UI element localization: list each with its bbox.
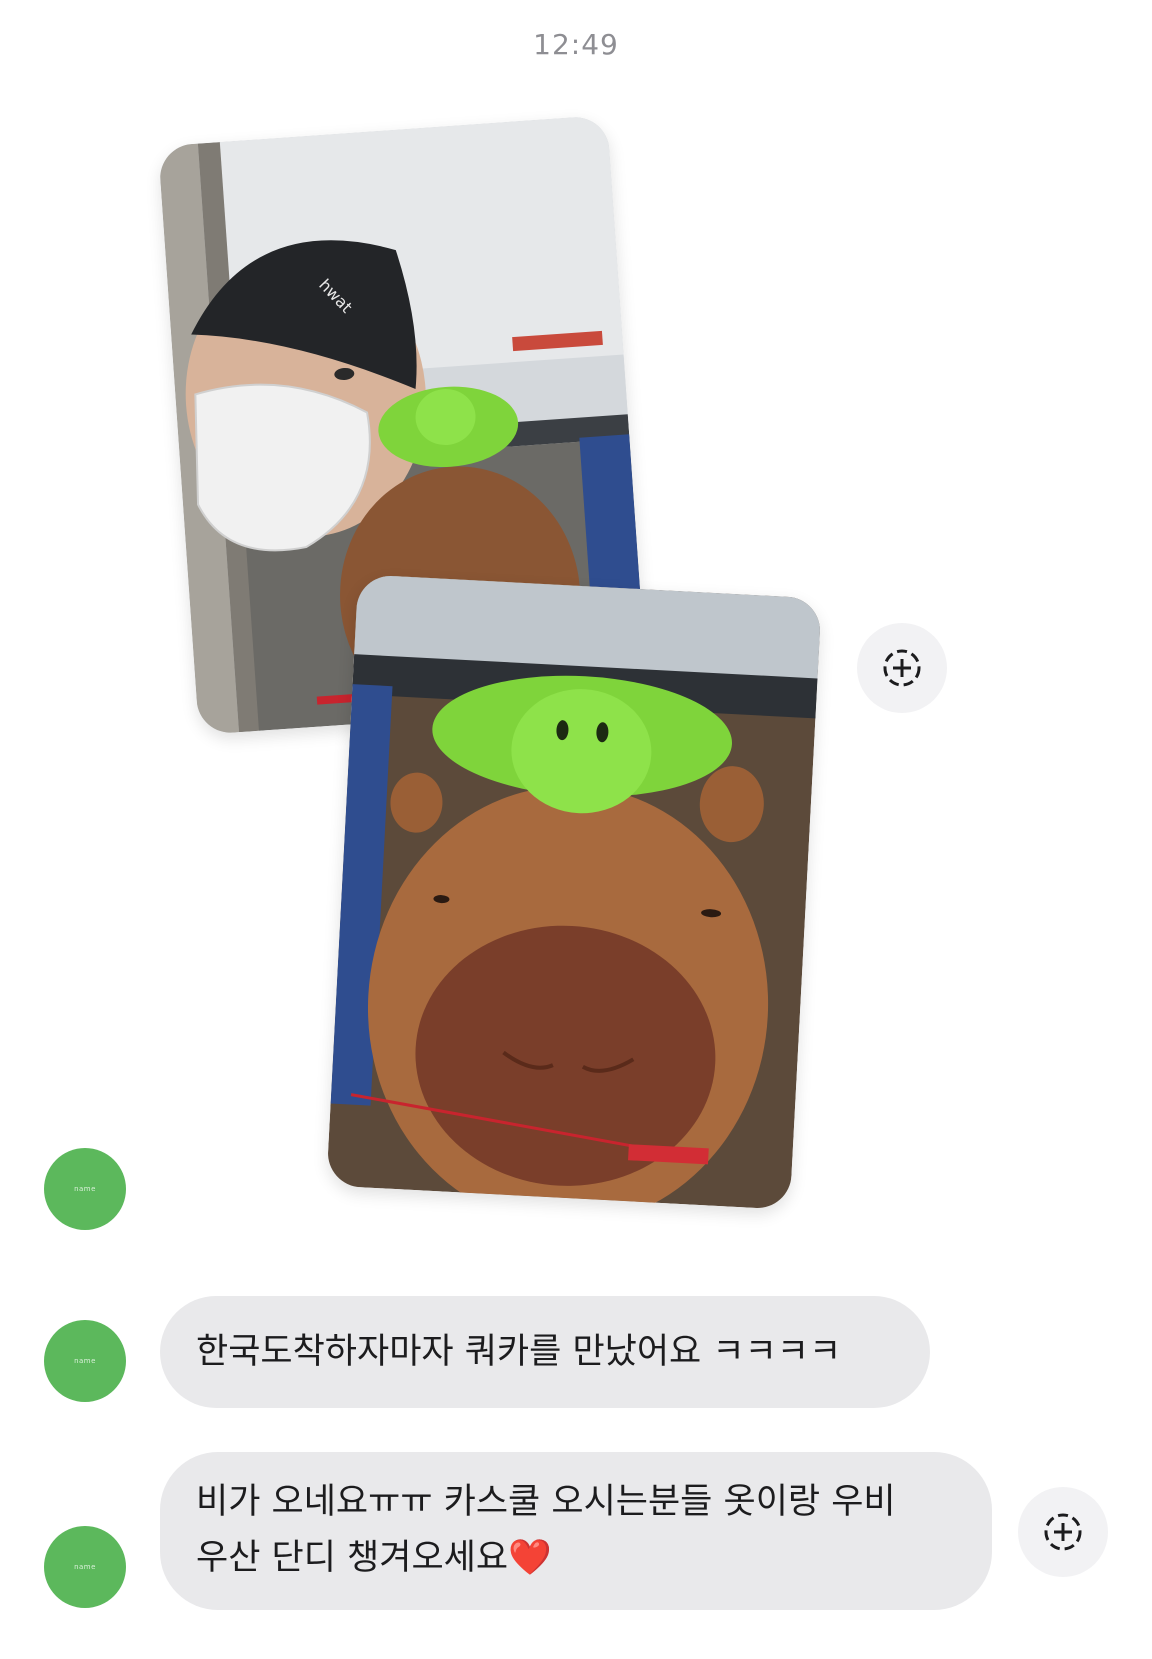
photo-capybara-plush[interactable] <box>326 574 822 1210</box>
avatar[interactable]: name <box>44 1320 126 1402</box>
message-text: 우산 단디 챙겨오세요 <box>196 1538 509 1578</box>
add-reaction-button[interactable] <box>1018 1487 1108 1577</box>
message-bubble[interactable]: 비가 오네요ㅠㅠ 카스쿨 오시는분들 옷이랑 우비 우산 단디 챙겨오세요❤️ <box>160 1452 992 1610</box>
photo-capybara-image <box>326 574 822 1210</box>
heart-emoji: ❤️ <box>508 1538 552 1578</box>
message-text: 비가 오네요ㅠㅠ 카스쿨 오시는분들 옷이랑 우비 <box>196 1482 896 1522</box>
add-reaction-button[interactable] <box>857 623 947 713</box>
avatar[interactable]: name <box>44 1526 126 1608</box>
message-timestamp: 12:49 <box>533 28 619 61</box>
add-reaction-icon <box>1044 1513 1082 1551</box>
add-reaction-icon <box>883 649 921 687</box>
message-bubble[interactable]: 한국도착하자마자 쿼카를 만났어요 ㅋㅋㅋㅋ <box>160 1296 930 1408</box>
avatar[interactable]: name <box>44 1148 126 1230</box>
message-text: 한국도착하자마자 쿼카를 만났어요 ㅋㅋㅋㅋ <box>196 1332 842 1372</box>
